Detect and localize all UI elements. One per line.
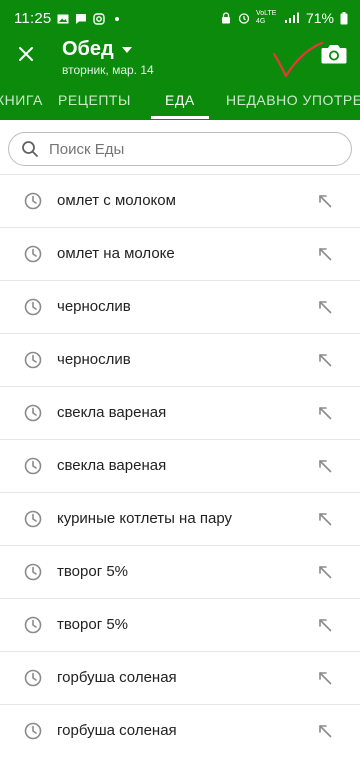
list-item-label: творог 5%: [57, 616, 129, 633]
list-item[interactable]: куриные котлеты на пару: [0, 493, 360, 546]
clock-icon: [24, 298, 42, 316]
clock-icon: [24, 669, 42, 687]
fill-search-arrow-icon[interactable]: [318, 300, 332, 314]
list-item-label: горбуша соленая: [57, 669, 177, 686]
fill-search-arrow-icon[interactable]: [318, 353, 332, 367]
clock-icon: [24, 192, 42, 210]
food-history-list: омлет с молоком омлет на молоке черносли…: [0, 175, 360, 758]
clock-icon: [24, 563, 42, 581]
list-item[interactable]: творог 5%: [0, 599, 360, 652]
list-item[interactable]: горбуша соленая: [0, 652, 360, 705]
fill-search-arrow-icon[interactable]: [318, 724, 332, 738]
clock-icon: [24, 616, 42, 634]
checkmark-annotation-icon: [272, 41, 324, 78]
list-item[interactable]: омлет на молоке: [0, 228, 360, 281]
active-tab-indicator: [151, 116, 209, 119]
search-icon: [22, 141, 38, 157]
app-bar: Обед вторник, мар. 14: [0, 36, 360, 80]
search-input[interactable]: [49, 140, 329, 158]
list-item-label: творог 5%: [57, 563, 129, 580]
fill-search-arrow-icon[interactable]: [318, 618, 332, 632]
dot-icon: [115, 16, 120, 21]
date-subtitle: вторник, мар. 14: [62, 63, 154, 77]
clock-icon: [24, 510, 42, 528]
image-icon: [57, 14, 69, 23]
signal-icon: [284, 12, 299, 23]
tab-book[interactable]: КНИГА: [0, 80, 43, 120]
list-item-label: омлет с молоком: [57, 192, 176, 209]
close-button[interactable]: [14, 42, 38, 66]
list-item-label: чернослив: [57, 298, 131, 315]
clock-icon: [24, 245, 42, 263]
fill-search-arrow-icon[interactable]: [318, 512, 332, 526]
fill-search-arrow-icon[interactable]: [318, 671, 332, 685]
list-item[interactable]: творог 5%: [0, 546, 360, 599]
fill-search-arrow-icon[interactable]: [318, 565, 332, 579]
camera-icon[interactable]: [320, 42, 348, 66]
status-right: VoLTE 4G 71%: [220, 10, 348, 26]
fill-search-arrow-icon[interactable]: [318, 194, 332, 208]
lock-icon: [221, 12, 230, 24]
tab-food[interactable]: ЕДА: [165, 80, 195, 120]
list-item-label: свекла вареная: [57, 404, 167, 421]
list-item-label: свекла вареная: [57, 457, 167, 474]
tab-recently-used[interactable]: НЕДАВНО УПОТРЕБЛ: [226, 80, 360, 120]
list-item[interactable]: чернослив: [0, 334, 360, 387]
message-icon: [76, 13, 87, 24]
instagram-icon: [93, 12, 106, 25]
close-icon: [19, 47, 33, 61]
list-item[interactable]: свекла вареная: [0, 440, 360, 493]
search-box[interactable]: [8, 132, 352, 166]
list-item[interactable]: свекла вареная: [0, 387, 360, 440]
fill-search-arrow-icon[interactable]: [318, 406, 332, 420]
fill-search-arrow-icon[interactable]: [318, 247, 332, 261]
status-left: 11:25: [14, 10, 123, 27]
alarm-icon: [238, 13, 250, 24]
battery-percent: 71%: [305, 10, 334, 26]
list-item[interactable]: омлет с молоком: [0, 175, 360, 228]
network-label: VoLTE 4G: [255, 10, 277, 25]
list-item-label: омлет на молоке: [57, 245, 175, 262]
list-item[interactable]: горбуша соленая: [0, 705, 360, 758]
status-time: 11:25: [14, 10, 52, 27]
clock-icon: [24, 457, 42, 475]
clock-icon: [24, 351, 42, 369]
list-item-label: куриные котлеты на пару: [57, 510, 232, 527]
meal-selector[interactable]: Обед вторник, мар. 14: [62, 38, 154, 77]
list-item-label: горбуша соленая: [57, 722, 177, 739]
clock-icon: [24, 722, 42, 740]
fill-search-arrow-icon[interactable]: [318, 459, 332, 473]
tab-bar: КНИГА РЕЦЕПТЫ ЕДА НЕДАВНО УПОТРЕБЛ: [0, 80, 360, 120]
battery-icon: [340, 11, 348, 24]
caret-down-icon: [121, 46, 132, 53]
status-bar: 11:25 VoLTE 4G 71%: [0, 0, 360, 36]
list-item[interactable]: чернослив: [0, 281, 360, 334]
clock-icon: [24, 404, 42, 422]
list-item-label: чернослив: [57, 351, 131, 368]
tab-recipes[interactable]: РЕЦЕПТЫ: [58, 80, 131, 120]
page-title: Обед: [62, 38, 114, 60]
